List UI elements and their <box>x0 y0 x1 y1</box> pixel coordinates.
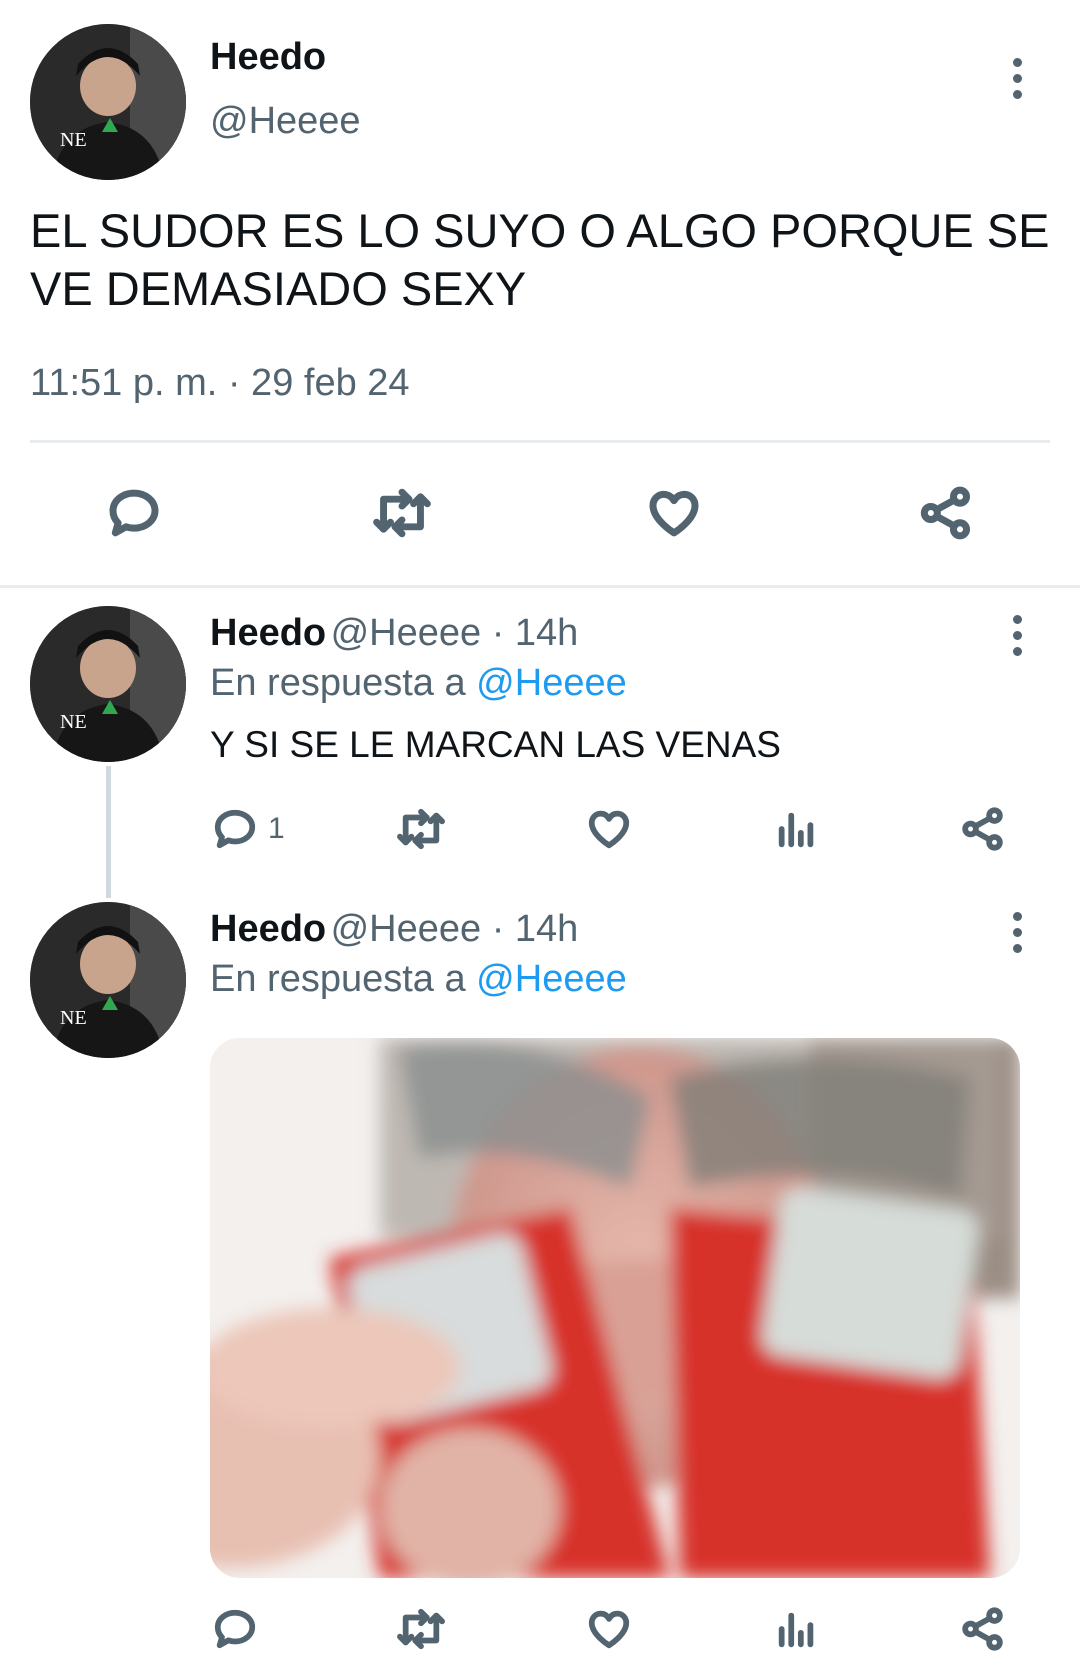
heart-icon <box>649 490 699 537</box>
like-button[interactable] <box>586 806 632 852</box>
reply-to-link[interactable]: @Heeee <box>476 958 627 1000</box>
views-icon <box>778 1612 814 1648</box>
views-button[interactable] <box>774 1606 820 1652</box>
share-icon <box>962 807 1003 851</box>
share-button[interactable] <box>918 485 974 541</box>
main-tweet-text: EL SUDOR ES LO SUYO O ALGO PORQUE SE VE … <box>30 204 1050 315</box>
heart-icon <box>588 810 630 849</box>
reply-button[interactable] <box>212 1606 258 1652</box>
reply-prefix: En respuesta a <box>210 662 466 704</box>
share-button[interactable] <box>960 1606 1006 1652</box>
like-button[interactable] <box>646 485 702 541</box>
views-button[interactable] <box>774 806 820 852</box>
reply-icon <box>109 489 159 537</box>
retweet-icon <box>397 1608 445 1650</box>
reply-header: Heedo @Heeee · 14h <box>210 908 578 951</box>
heart-icon <box>588 1610 630 1649</box>
reply-context: En respuesta a @Heeee <box>210 662 627 705</box>
main-timestamp[interactable]: 11:51 p. m. · 29 feb 24 <box>30 362 410 405</box>
svg-text:NE: NE <box>60 1007 87 1029</box>
retweet-icon <box>373 488 431 538</box>
reply-to-link[interactable]: @Heeee <box>476 662 627 704</box>
avatar-photo: NE <box>30 24 186 180</box>
reply-header: Heedo @Heeee · 14h <box>210 612 578 655</box>
reply-icon <box>214 809 256 849</box>
retweet-button[interactable] <box>396 1606 446 1652</box>
thread-line <box>106 766 111 898</box>
reply-button[interactable]: 1 <box>212 806 285 852</box>
tweet-image[interactable] <box>210 1038 1020 1578</box>
like-button[interactable] <box>586 1606 632 1652</box>
svg-text:NE: NE <box>60 129 87 151</box>
views-icon <box>778 812 814 848</box>
reply-prefix: En respuesta a <box>210 958 466 1000</box>
share-button[interactable] <box>960 806 1006 852</box>
avatar[interactable]: NE <box>30 606 186 762</box>
avatar[interactable]: NE <box>30 902 186 1058</box>
share-icon <box>920 486 971 540</box>
reply-display-name[interactable]: Heedo <box>210 908 326 950</box>
reply-context: En respuesta a @Heeee <box>210 958 627 1001</box>
reply-icon <box>214 1609 256 1649</box>
svg-text:NE: NE <box>60 711 87 733</box>
retweet-icon <box>397 808 445 850</box>
reply-text: Y SI SE LE MARCAN LAS VENAS <box>210 724 781 765</box>
reply-display-name[interactable]: Heedo <box>210 612 326 654</box>
main-display-name[interactable]: Heedo <box>210 36 326 79</box>
avatar-photo: NE <box>30 902 186 1058</box>
divider <box>30 440 1050 443</box>
more-icon[interactable] <box>1010 615 1024 656</box>
retweet-button[interactable] <box>372 485 432 541</box>
reply-meta[interactable]: @Heeee · 14h <box>331 908 579 950</box>
avatar-photo: NE <box>30 606 186 762</box>
retweet-button[interactable] <box>396 806 446 852</box>
more-icon[interactable] <box>1010 58 1024 99</box>
avatar[interactable]: NE <box>30 24 186 180</box>
reply-button[interactable] <box>106 485 162 541</box>
share-icon <box>962 1607 1003 1651</box>
reply-meta[interactable]: @Heeee · 14h <box>331 612 579 654</box>
reply-count: 1 <box>268 812 285 845</box>
tweet-photo <box>210 1038 1020 1578</box>
main-handle[interactable]: @Heeee <box>210 100 361 143</box>
section-divider <box>0 585 1080 588</box>
more-icon[interactable] <box>1010 912 1024 953</box>
